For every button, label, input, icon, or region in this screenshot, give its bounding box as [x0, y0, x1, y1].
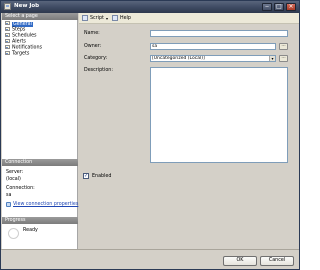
page-icon: [5, 51, 10, 55]
category-label: Category:: [84, 56, 108, 61]
connection-header: Connection: [2, 159, 78, 166]
page-icon: [5, 33, 10, 37]
description-field[interactable]: [150, 67, 288, 163]
page-item-label: Steps: [12, 27, 26, 33]
view-connection-properties-link[interactable]: View connection properties: [13, 202, 78, 207]
name-field[interactable]: [150, 30, 288, 37]
toolbar: Script ▾ Help: [79, 13, 299, 24]
general-page-content: Name: Owner: sa ... Category: [Uncategor…: [79, 24, 299, 249]
page-item-label: Alerts: [12, 39, 26, 45]
ok-button[interactable]: OK: [223, 256, 257, 266]
page-icon: [5, 27, 10, 31]
close-icon: ×: [288, 3, 294, 10]
chevron-down-icon[interactable]: ▾: [269, 56, 275, 61]
connection-label: Connection:: [6, 186, 35, 191]
job-icon: [4, 3, 11, 10]
help-button[interactable]: Help: [120, 15, 131, 22]
enabled-label: Enabled: [92, 174, 112, 179]
left-pane: Select a page General Steps Schedules Al…: [2, 13, 78, 249]
new-job-dialog: New Job ‒ □ × Select a page General Step…: [0, 0, 300, 270]
server-value: (local): [6, 177, 21, 182]
page-icon: [5, 39, 10, 43]
page-item-label: Targets: [12, 51, 30, 57]
description-label: Description:: [84, 68, 113, 73]
owner-field[interactable]: sa: [150, 43, 276, 50]
checkmark-icon: ✓: [84, 173, 89, 179]
category-selected-value: [Uncategorized (Local)]: [152, 56, 205, 61]
progress-status: Ready: [23, 228, 38, 233]
page-item-targets[interactable]: Targets: [5, 51, 75, 57]
minimize-icon: ‒: [265, 3, 269, 10]
owner-label: Owner:: [84, 44, 102, 49]
script-button[interactable]: Script: [90, 15, 104, 22]
progress-spinner-icon: [8, 228, 19, 239]
owner-browse-button[interactable]: ...: [279, 43, 288, 50]
select-page-header: Select a page: [2, 13, 78, 20]
chevron-down-icon[interactable]: ▾: [106, 15, 108, 22]
page-item-label: General: [12, 21, 33, 27]
category-browse-button[interactable]: ...: [279, 55, 288, 62]
help-icon: [112, 15, 118, 21]
maximize-icon: □: [276, 3, 282, 10]
connection-properties-icon: [6, 202, 11, 207]
enabled-checkbox[interactable]: ✓: [83, 173, 89, 179]
page-icon: [5, 21, 10, 25]
server-label: Server:: [6, 170, 24, 175]
window-title: New Job: [14, 3, 40, 9]
page-item-label: Notifications: [12, 45, 43, 51]
script-icon: [82, 15, 88, 21]
minimize-button[interactable]: ‒: [262, 3, 272, 11]
connection-value: sa: [6, 193, 12, 198]
name-label: Name:: [84, 31, 100, 36]
maximize-button[interactable]: □: [274, 3, 284, 11]
page-icon: [5, 45, 10, 49]
dialog-footer: OK Cancel: [1, 249, 299, 269]
close-button[interactable]: ×: [286, 3, 296, 11]
cancel-button[interactable]: Cancel: [260, 256, 294, 266]
title-bar[interactable]: New Job ‒ □ ×: [1, 1, 299, 13]
progress-header: Progress: [2, 217, 78, 224]
page-item-label: Schedules: [12, 33, 37, 39]
category-dropdown[interactable]: [Uncategorized (Local)] ▾: [150, 55, 276, 62]
